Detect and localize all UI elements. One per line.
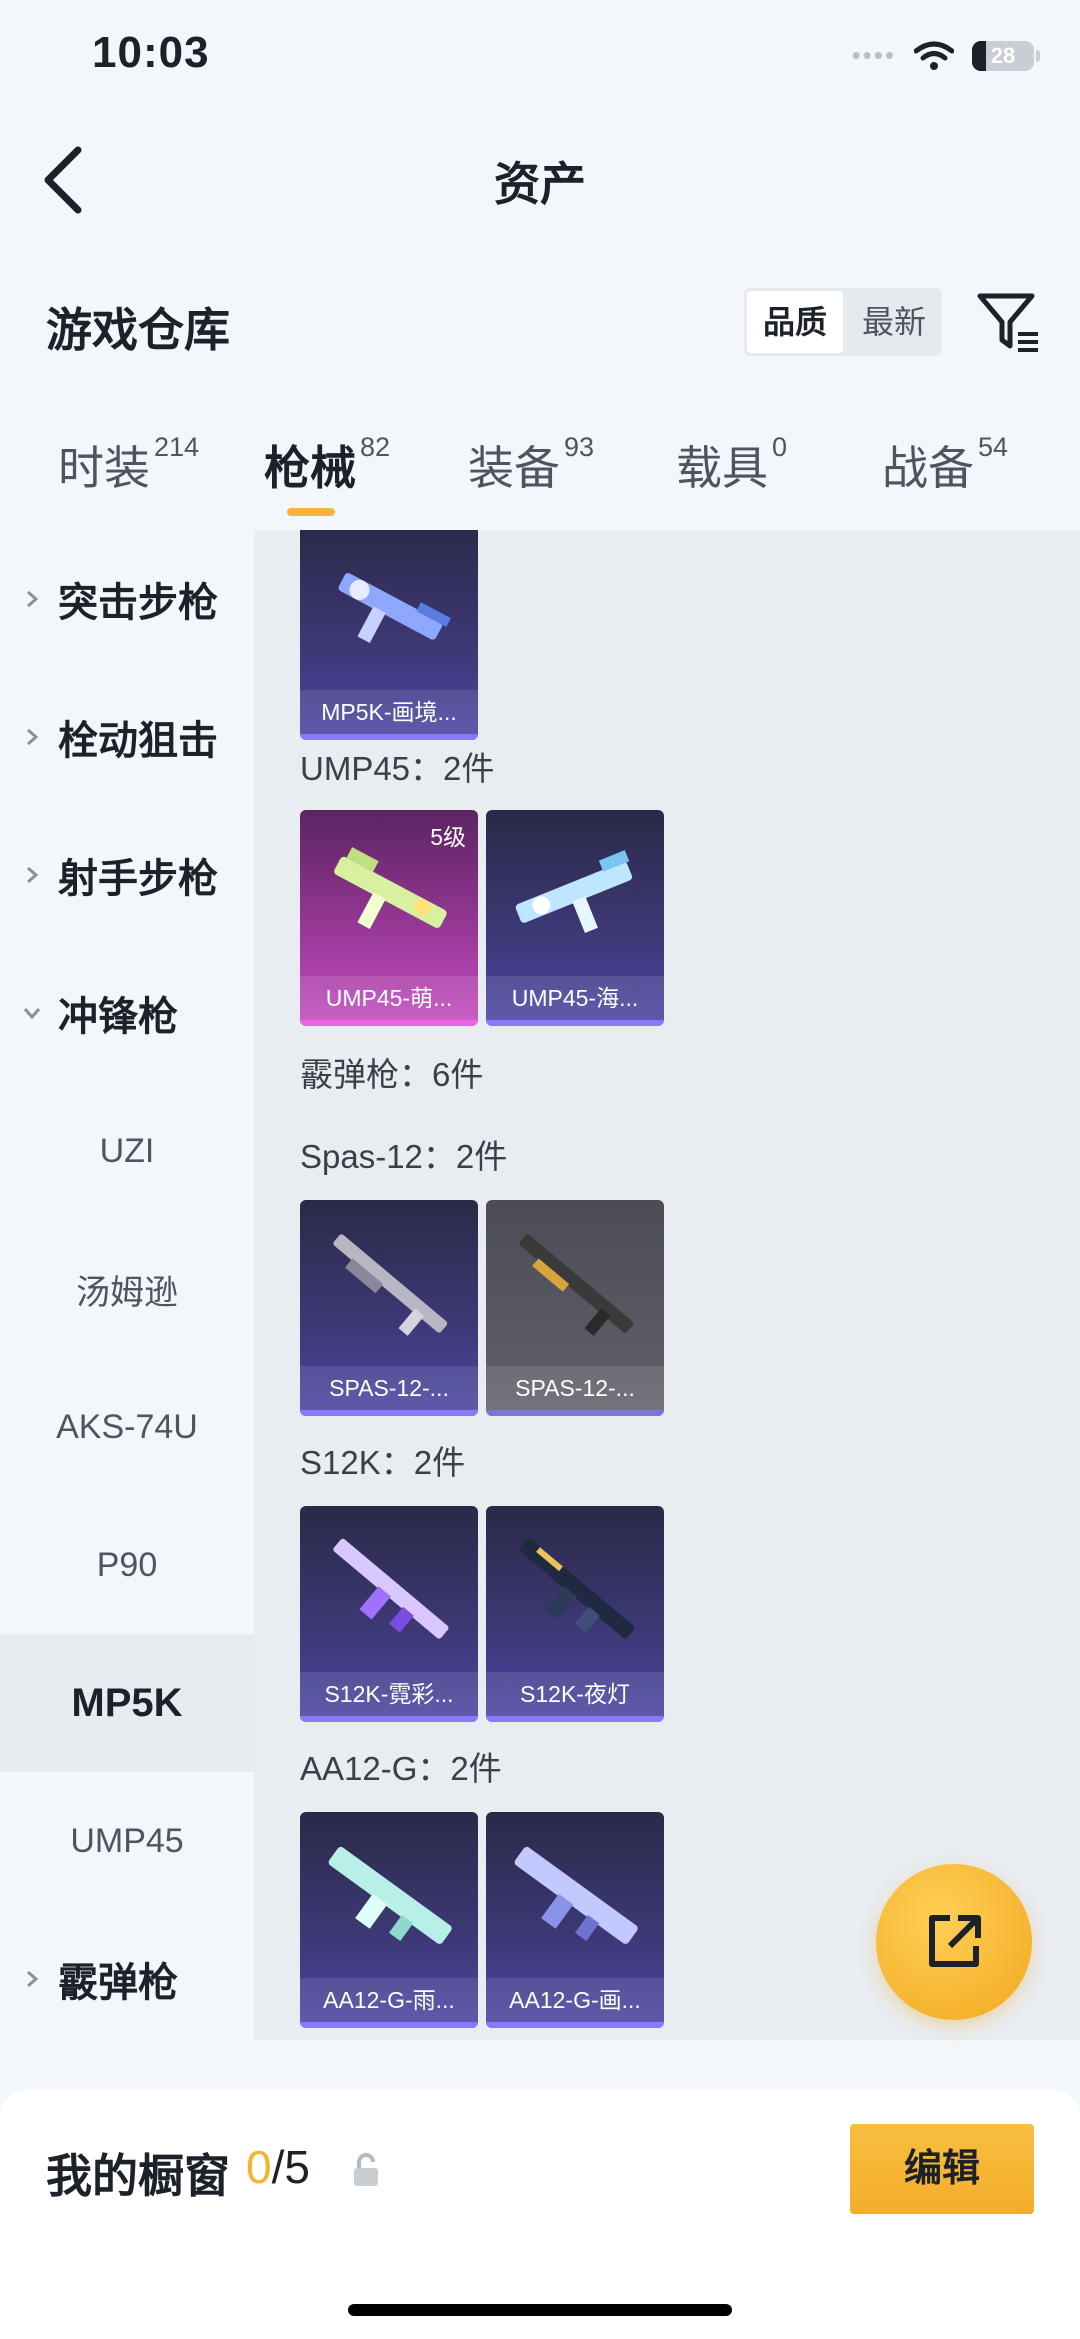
sidebar-item-label: 霰弹枪: [58, 1961, 178, 2005]
page-title: 资产: [494, 158, 586, 210]
sidebar-subitem-label: UMP45: [70, 1821, 184, 1860]
chevron-right-icon: [27, 728, 39, 746]
group-title-shotgun: 霰弹枪：6件: [300, 1056, 484, 1093]
category-sidebar: 突击步枪 栓动狙击 射手步枪 冲锋枪 UZI 汤姆逊 AKS-74U P90 M…: [0, 530, 254, 2040]
item-card-ump45-2[interactable]: UMP45-海...: [486, 810, 664, 1026]
gun-image: [333, 1538, 449, 1639]
gun-image: [338, 573, 451, 643]
item-card-ump45-1[interactable]: 5级 UMP45-萌...: [300, 810, 478, 1026]
status-icons: •••• 28: [851, 40, 1040, 71]
sidebar-subitem-label: MP5K: [71, 1680, 183, 1725]
gun-image: [519, 1234, 634, 1336]
wifi-icon: [914, 41, 954, 70]
chevron-right-icon: [27, 866, 39, 884]
tab-label: 枪械: [264, 442, 356, 494]
tab-label: 装备: [468, 442, 560, 494]
sidebar-subitem-ump45[interactable]: UMP45: [0, 1772, 254, 1910]
sidebar-item-label: 冲锋枪: [58, 995, 178, 1039]
tab-count: 214: [154, 432, 200, 462]
showcase-title: 我的橱窗: [46, 2150, 230, 2202]
item-card-name: UMP45-海...: [486, 976, 664, 1020]
gun-image: [519, 1538, 635, 1639]
group-title-s12k: S12K：2件: [300, 1444, 466, 1481]
sidebar-item-label: 射手步枪: [58, 857, 218, 901]
item-card-name: SPAS-12-...: [300, 1366, 478, 1410]
gun-image: [333, 1234, 448, 1336]
item-card-name: S12K-夜灯: [486, 1672, 664, 1716]
tab-label: 载具: [676, 442, 768, 494]
gun-image: [515, 850, 633, 934]
item-card-name: UMP45-萌...: [300, 976, 478, 1020]
status-time: 10:03: [92, 28, 210, 77]
item-card-name: SPAS-12-...: [486, 1366, 664, 1410]
sidebar-subitem-label: AKS-74U: [56, 1407, 198, 1446]
sidebar-subitem-label: 汤姆逊: [76, 1273, 178, 1312]
home-indicator: [348, 2304, 732, 2316]
tab-indicator: [287, 508, 335, 516]
group-title-spas12: Spas-12：2件: [300, 1138, 508, 1175]
tab-count: 0: [772, 432, 788, 462]
sidebar-subitem-p90[interactable]: P90: [0, 1496, 254, 1634]
tab-equipment[interactable]: 装备 93: [468, 432, 594, 498]
sort-latest-button[interactable]: 最新: [846, 288, 942, 356]
signal-icon: ••••: [851, 40, 896, 70]
tab-count: 93: [564, 432, 595, 462]
group-title-ump45: UMP45：2件: [300, 750, 495, 787]
tab-firearms[interactable]: 枪械 82: [264, 432, 390, 498]
item-card-mp5k[interactable]: MP5K-画境...: [300, 530, 478, 740]
item-card-s12k-1[interactable]: S12K-霓彩...: [300, 1506, 478, 1722]
item-card-spas12-2[interactable]: SPAS-12-...: [486, 1200, 664, 1416]
tab-label: 时装: [58, 442, 150, 494]
sidebar-subitem-mp5k[interactable]: MP5K: [0, 1634, 254, 1772]
gun-image: [328, 1846, 452, 1944]
showcase-total: /5: [271, 2141, 310, 2193]
gun-image: [334, 847, 447, 929]
tab-label: 战备: [882, 442, 974, 494]
showcase-count: 0/5: [246, 2140, 310, 2194]
sidebar-subitem-thompson[interactable]: 汤姆逊: [0, 1220, 254, 1358]
item-card-aa12g-1[interactable]: AA12-G-雨...: [300, 1812, 478, 2028]
tab-count: 54: [978, 432, 1009, 462]
sort-quality-button[interactable]: 品质: [746, 291, 843, 353]
item-card-name: MP5K-画境...: [300, 690, 478, 734]
share-icon: [929, 1915, 981, 1967]
chevron-down-icon: [23, 1008, 41, 1020]
warehouse-title: 游戏仓库: [46, 304, 230, 356]
sidebar-item-label: 栓动狙击: [58, 719, 218, 763]
sidebar-subitem-label: P90: [96, 1545, 158, 1584]
battery-icon: 28: [972, 40, 1040, 71]
sidebar-subitem-uzi[interactable]: UZI: [0, 1082, 254, 1220]
sidebar-subitem-label: UZI: [99, 1131, 155, 1170]
filter-icon[interactable]: [974, 288, 1042, 356]
chevron-right-icon: [27, 1970, 39, 1988]
tab-count: 82: [360, 432, 391, 462]
item-grid: MP5K-画境... UMP45：2件 5级 UMP45-萌... UMP45-…: [254, 530, 1080, 2040]
sidebar-item-label: 突击步枪: [58, 581, 218, 625]
share-button[interactable]: [876, 1864, 1032, 2020]
tab-fashion[interactable]: 时装 214: [58, 432, 199, 498]
lock-icon: [354, 2153, 378, 2186]
item-card-spas12-1[interactable]: SPAS-12-...: [300, 1200, 478, 1416]
battery-level: 28: [990, 42, 1016, 68]
sidebar-subitem-aks74u[interactable]: AKS-74U: [0, 1358, 254, 1496]
tab-vehicles[interactable]: 载具 0: [676, 432, 787, 498]
tab-supplies[interactable]: 战备 54: [882, 432, 1008, 498]
showcase-current: 0: [246, 2141, 272, 2193]
item-card-name: AA12-G-雨...: [300, 1978, 478, 2022]
item-card-aa12g-2[interactable]: AA12-G-画...: [486, 1812, 664, 2028]
group-title-aa12g: AA12-G：2件: [300, 1750, 502, 1787]
gun-image: [514, 1846, 638, 1944]
item-card-name: AA12-G-画...: [486, 1978, 664, 2022]
chevron-right-icon: [27, 590, 39, 608]
sort-toggle: 品质 最新: [743, 288, 942, 356]
item-card-s12k-2[interactable]: S12K-夜灯: [486, 1506, 664, 1722]
edit-button[interactable]: 编辑: [850, 2124, 1034, 2214]
item-card-name: S12K-霓彩...: [300, 1672, 478, 1716]
